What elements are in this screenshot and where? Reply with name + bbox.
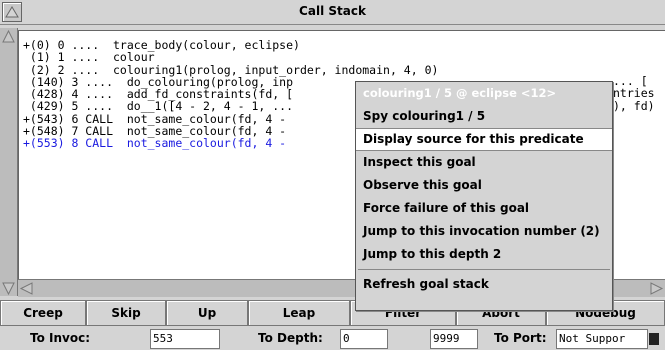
to-depth-min-input[interactable]: 0 bbox=[340, 329, 388, 349]
stack-line[interactable]: (1) 1 .... colour bbox=[23, 51, 665, 64]
menu-item-jump-invocation[interactable]: Jump to this invocation number (2) bbox=[356, 220, 612, 243]
navigation-controls: To Invoc: 553 To Depth: 0 9999 To Port: … bbox=[0, 327, 665, 349]
creep-button[interactable]: Creep bbox=[0, 300, 86, 326]
skip-button[interactable]: Skip bbox=[86, 300, 166, 326]
to-invoc-input[interactable]: 553 bbox=[150, 329, 220, 349]
to-port-label: To Port: bbox=[494, 331, 547, 345]
menu-item-refresh[interactable]: Refresh goal stack bbox=[356, 273, 612, 296]
scroll-left-icon bbox=[19, 282, 33, 295]
menu-item-spy[interactable]: Spy colouring1 / 5 bbox=[356, 105, 612, 128]
to-invoc-label: To Invoc: bbox=[30, 331, 90, 345]
menu-header: colouring1 / 5 @ eclipse <12> bbox=[356, 82, 612, 105]
menu-item-observe[interactable]: Observe this goal bbox=[356, 174, 612, 197]
menu-item-display-source[interactable]: Display source for this predicate bbox=[356, 128, 612, 151]
menu-item-inspect[interactable]: Inspect this goal bbox=[356, 151, 612, 174]
leap-button[interactable]: Leap bbox=[248, 300, 350, 326]
scroll-right-icon bbox=[650, 282, 664, 295]
up-button[interactable]: Up bbox=[166, 300, 248, 326]
stack-line-tail: ntries bbox=[613, 86, 655, 101]
stack-line-tail: ), fd) bbox=[613, 98, 655, 113]
menu-separator bbox=[358, 269, 610, 270]
scroll-up-icon bbox=[2, 29, 15, 43]
to-port-select[interactable]: Not Suppor bbox=[556, 329, 648, 349]
call-stack-window: Call Stack +(0) 0 .... trace_body(colour… bbox=[0, 0, 665, 349]
menu-item-force-failure[interactable]: Force failure of this goal bbox=[356, 197, 612, 220]
context-menu: colouring1 / 5 @ eclipse <12> Spy colour… bbox=[355, 81, 613, 311]
scroll-down-icon bbox=[2, 282, 15, 296]
dropdown-icon[interactable] bbox=[648, 331, 660, 345]
vertical-scrollbar[interactable] bbox=[0, 28, 18, 296]
title-bar: Call Stack bbox=[0, 0, 665, 25]
menu-item-jump-depth[interactable]: Jump to this depth 2 bbox=[356, 243, 612, 266]
to-depth-label: To Depth: bbox=[258, 331, 323, 345]
window-title: Call Stack bbox=[299, 4, 366, 18]
to-depth-max-input[interactable]: 9999 bbox=[430, 329, 478, 349]
